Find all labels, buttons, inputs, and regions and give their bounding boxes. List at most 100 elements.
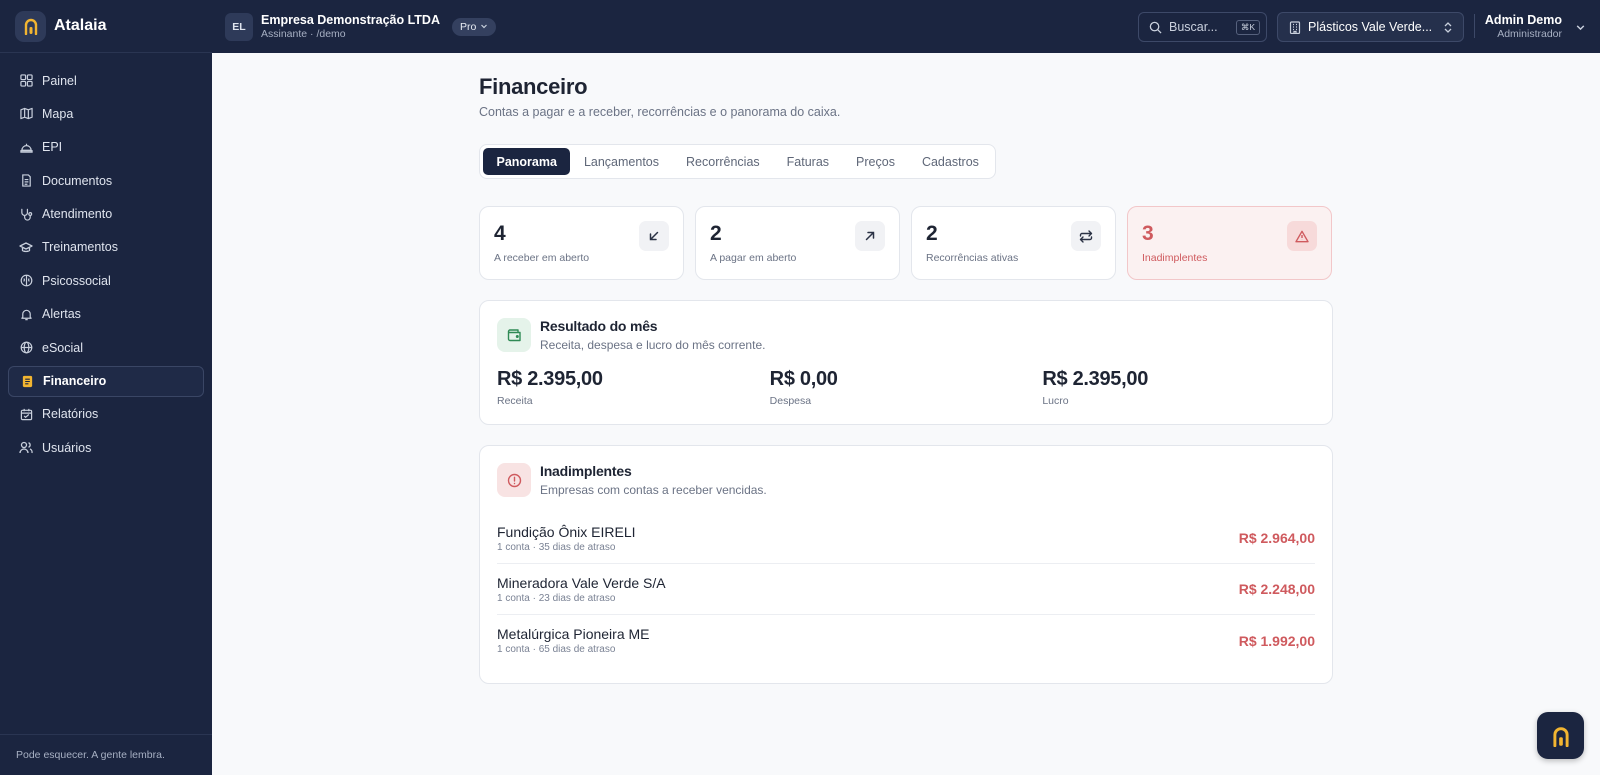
brand-name: Atalaia xyxy=(54,17,107,34)
assistant-button[interactable] xyxy=(1537,712,1584,759)
result-label: Receita xyxy=(497,395,533,407)
bell-icon xyxy=(19,307,33,321)
sidebar-item-label: Painel xyxy=(42,73,77,88)
repeat-icon xyxy=(1071,221,1101,251)
chevron-down-icon xyxy=(480,21,488,33)
calendar-report-icon xyxy=(19,407,33,421)
map-icon xyxy=(19,107,33,121)
sidebar-tagline: Pode esquecer. A gente lembra. xyxy=(0,734,212,775)
stat-card-payable[interactable]: 2 A pagar em aberto xyxy=(695,206,900,280)
card-header: Inadimplentes Empresas com contas a rece… xyxy=(497,463,1315,497)
company-selected: Plásticos Vale Verde... xyxy=(1308,20,1433,34)
sidebar-item-label: Atendimento xyxy=(42,207,113,222)
sidebar-item-painel[interactable]: Painel xyxy=(8,65,204,96)
tab-cadastros[interactable]: Cadastros xyxy=(908,148,992,175)
tab-precos[interactable]: Preços xyxy=(843,148,909,175)
tab-faturas[interactable]: Faturas xyxy=(773,148,842,175)
monthly-result-card: Resultado do mês Receita, despesa e lucr… xyxy=(479,300,1333,425)
page-title: Financeiro xyxy=(479,74,588,99)
debtor-name: Fundição Ônix EIRELI xyxy=(497,523,636,540)
org-name: Empresa Demonstração LTDA xyxy=(261,12,440,27)
debtor-meta: 1 conta · 23 dias de atraso xyxy=(497,592,616,604)
org-info[interactable]: Empresa Demonstração LTDA Assinante · /d… xyxy=(261,13,440,41)
stethoscope-icon xyxy=(19,207,33,221)
result-label: Lucro xyxy=(1042,395,1069,407)
list-item[interactable]: Metalúrgica Pioneira ME 1 conta · 65 dia… xyxy=(497,615,1315,666)
result-value: R$ 2.395,00 xyxy=(497,368,603,390)
result-profit: R$ 2.395,00 Lucro xyxy=(1042,368,1315,407)
sidebar-item-psicossocial[interactable]: Psicossocial xyxy=(8,265,204,296)
building-icon xyxy=(1289,20,1301,34)
user-name: Admin Demo xyxy=(1484,13,1562,27)
users-icon xyxy=(19,441,33,455)
sidebar: Atalaia Painel Mapa EPI Documentos Atend… xyxy=(0,0,212,775)
main-content: Financeiro Contas a pagar e a receber, r… xyxy=(479,53,1333,684)
sidebar-item-epi[interactable]: EPI xyxy=(8,132,204,163)
sidebar-item-mapa[interactable]: Mapa xyxy=(8,98,204,129)
stat-card-recurring[interactable]: 2 Recorrências ativas xyxy=(911,206,1116,280)
stat-label: Recorrências ativas xyxy=(926,252,1019,264)
list-item[interactable]: Fundição Ônix EIRELI 1 conta · 35 dias d… xyxy=(497,513,1315,564)
stat-label: A receber em aberto xyxy=(494,252,590,264)
result-value: R$ 2.395,00 xyxy=(1042,368,1149,390)
tab-lancamentos[interactable]: Lançamentos xyxy=(570,148,672,175)
sidebar-item-label: Documentos xyxy=(42,173,113,188)
stat-card-receivable[interactable]: 4 A receber em aberto xyxy=(479,206,684,280)
plan-badge[interactable]: Pro xyxy=(452,17,497,36)
sidebar-item-documentos[interactable]: Documentos xyxy=(8,165,204,196)
helmet-icon xyxy=(19,140,33,154)
search-icon xyxy=(1149,21,1162,34)
search-shortcut: ⌘K xyxy=(1235,20,1260,35)
tab-panorama[interactable]: Panorama xyxy=(483,148,571,175)
sidebar-item-alertas[interactable]: Alertas xyxy=(8,299,204,330)
debtor-meta: 1 conta · 65 dias de atraso xyxy=(497,644,616,655)
list-item[interactable]: Mineradora Vale Verde S/A 1 conta · 23 d… xyxy=(497,564,1315,615)
defaulters-list: Fundição Ônix EIRELI 1 conta · 35 dias d… xyxy=(497,513,1315,666)
org-avatar[interactable]: EL xyxy=(225,12,253,41)
tab-bar: Panorama Lançamentos Recorrências Fatura… xyxy=(479,144,997,179)
card-title: Inadimplentes xyxy=(540,463,632,479)
sidebar-item-label: EPI xyxy=(42,140,63,155)
sidebar-item-label: Treinamentos xyxy=(42,240,118,255)
sidebar-item-atendimento[interactable]: Atendimento xyxy=(8,199,204,230)
user-menu[interactable]: Admin Demo Administrador xyxy=(1485,13,1562,41)
debtor-name: Metalúrgica Pioneira ME xyxy=(497,626,650,642)
result-revenue: R$ 2.395,00 Receita xyxy=(497,368,770,407)
sidebar-item-financeiro[interactable]: Financeiro xyxy=(8,365,204,397)
search-button[interactable]: Buscar... ⌘K xyxy=(1138,12,1267,42)
wallet-icon xyxy=(497,318,531,352)
topbar: EL Empresa Demonstração LTDA Assinante ·… xyxy=(212,0,1600,53)
result-label: Despesa xyxy=(769,395,812,407)
brain-icon xyxy=(19,274,33,288)
plan-label: Pro xyxy=(460,20,477,33)
stat-card-defaulters[interactable]: 3 Inadimplentes xyxy=(1127,206,1332,280)
topbar-divider xyxy=(1474,14,1475,38)
card-subtitle: Empresas com contas a receber vencidas. xyxy=(540,483,767,497)
sidebar-item-relatorios[interactable]: Relatórios xyxy=(8,399,204,430)
sidebar-nav: Painel Mapa EPI Documentos Atendimento T… xyxy=(0,53,212,463)
brand[interactable]: Atalaia xyxy=(0,0,212,53)
chevrons-up-down-icon xyxy=(1443,21,1453,37)
page-subtitle: Contas a pagar e a receber, recorrências… xyxy=(479,105,841,119)
company-selector[interactable]: Plásticos Vale Verde... xyxy=(1277,12,1464,42)
sidebar-item-esocial[interactable]: eSocial xyxy=(8,332,204,363)
debtor-amount: R$ 2.248,00 xyxy=(1238,581,1315,597)
sidebar-item-usuarios[interactable]: Usuários xyxy=(8,432,204,463)
graduation-cap-icon xyxy=(19,240,33,254)
debtor-meta: 1 conta · 35 dias de atraso xyxy=(497,541,616,553)
alert-circle-icon xyxy=(497,463,531,497)
result-values: R$ 2.395,00 Receita R$ 0,00 Despesa R$ 2… xyxy=(497,368,1315,407)
sidebar-item-label: Alertas xyxy=(42,307,81,322)
sidebar-item-label: Psicossocial xyxy=(42,273,111,288)
result-expense: R$ 0,00 Despesa xyxy=(770,368,1043,407)
tab-recorrencias[interactable]: Recorrências xyxy=(673,148,774,175)
sidebar-item-label: Financeiro xyxy=(43,374,107,389)
result-value: R$ 0,00 xyxy=(769,368,838,390)
sidebar-item-treinamentos[interactable]: Treinamentos xyxy=(8,232,204,263)
sidebar-item-label: Usuários xyxy=(42,440,92,455)
chevron-down-icon[interactable] xyxy=(1575,20,1586,38)
document-icon xyxy=(19,174,33,188)
atalaia-logo-icon xyxy=(15,10,46,42)
card-header: Resultado do mês Receita, despesa e lucr… xyxy=(497,318,1315,352)
org-subtitle: Assinante · /demo xyxy=(261,27,346,40)
